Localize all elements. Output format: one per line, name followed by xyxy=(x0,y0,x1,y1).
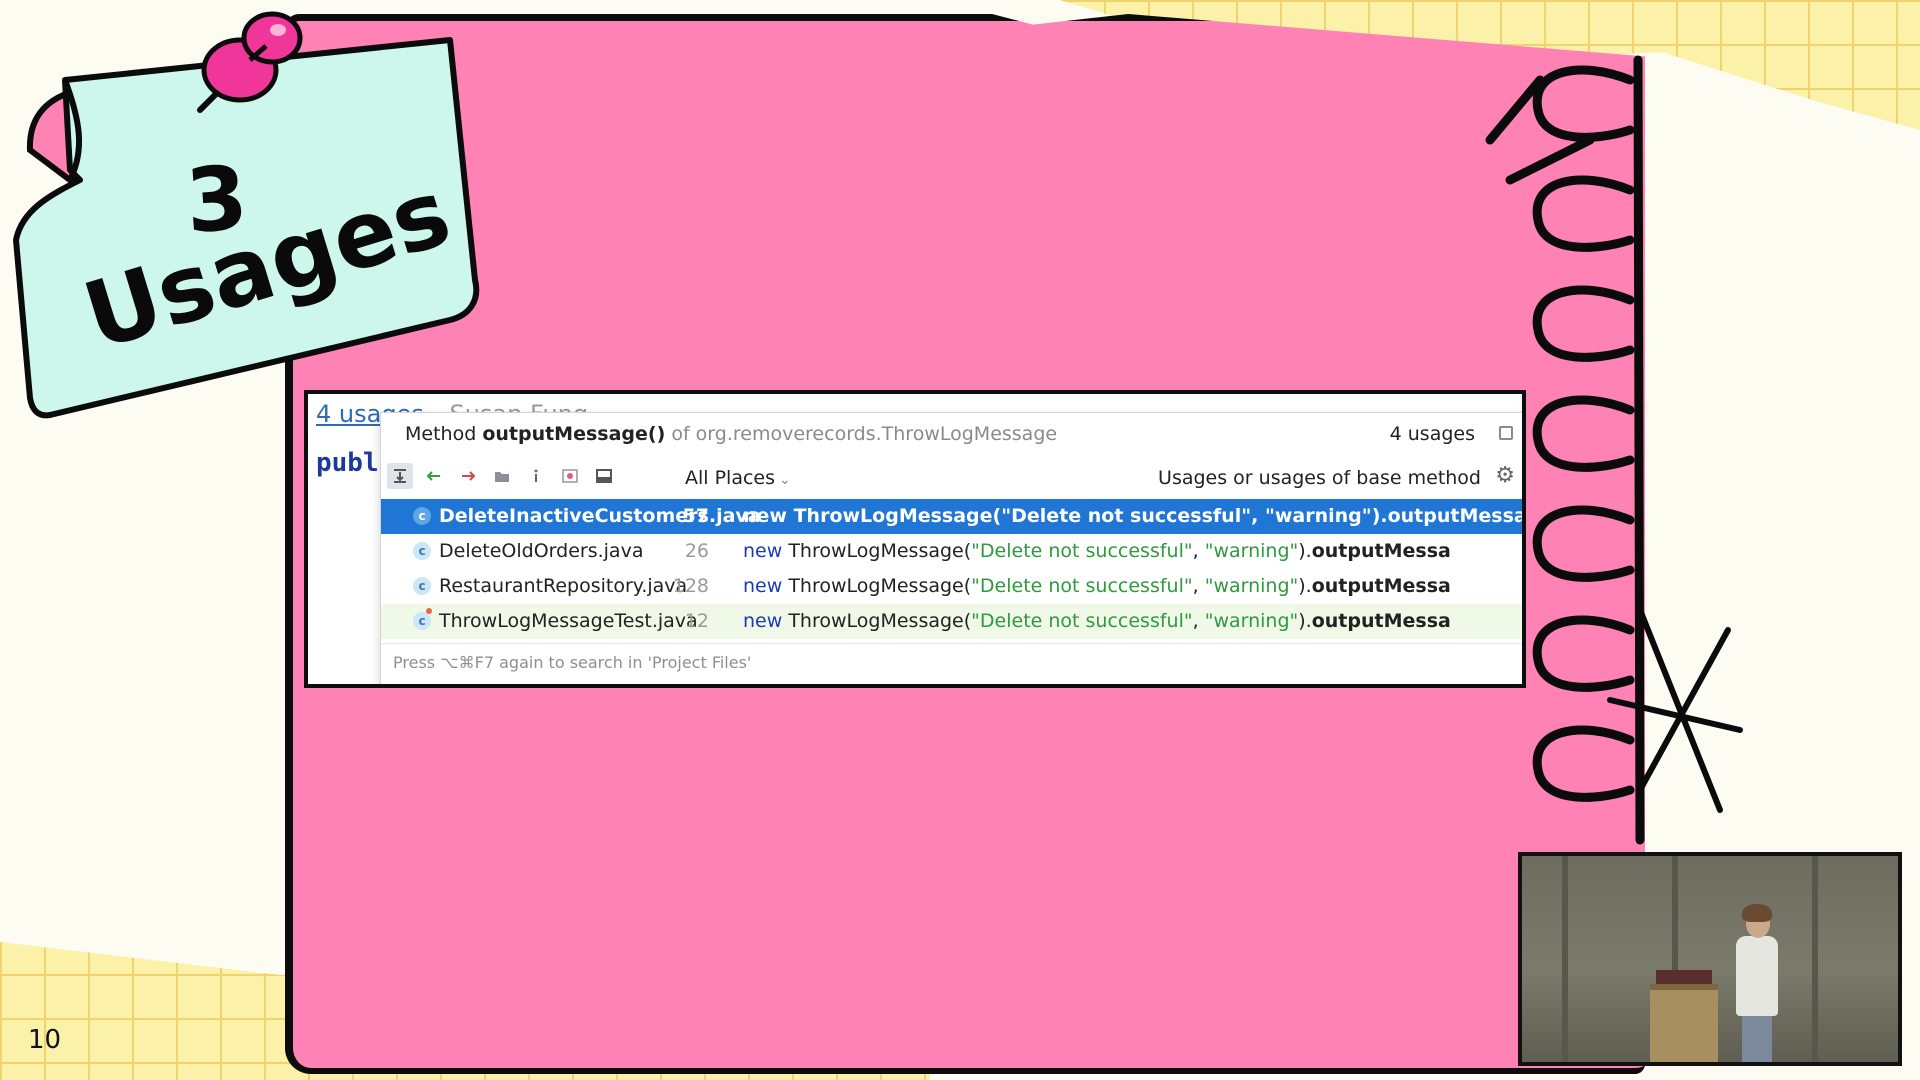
code-separator: , xyxy=(1251,505,1265,527)
code-close: ). xyxy=(1371,505,1388,527)
popup-toolbar: All Places ⌄ Usages or usages of base met… xyxy=(381,457,1522,497)
code-string: "Delete not successful" xyxy=(971,540,1193,562)
test-marker-icon xyxy=(426,608,432,614)
result-code: new ThrowLogMessage("Delete not successf… xyxy=(743,575,1451,597)
laptop xyxy=(1656,970,1712,984)
speaker-legs xyxy=(1742,1014,1772,1062)
results-list: c DeleteInactiveCustomers.java 57 new Th… xyxy=(381,499,1526,639)
popup-divider xyxy=(381,643,1522,644)
usages-filter-label: Usages or usages of base method xyxy=(1158,467,1481,489)
title-prefix: Method xyxy=(405,423,477,445)
wall-panel xyxy=(1562,856,1568,1062)
code-string: "warning" xyxy=(1204,610,1299,632)
preview-panel-icon[interactable] xyxy=(591,463,617,489)
info-icon[interactable] xyxy=(523,463,549,489)
slide-number: 10 xyxy=(28,1025,62,1055)
code-keyword: new xyxy=(743,575,783,597)
sticky-note: 3 Usages xyxy=(10,11,480,420)
result-code: new ThrowLogMessage("Delete not successf… xyxy=(743,610,1451,632)
merge-usages-icon[interactable] xyxy=(387,463,413,489)
popup-footer-hint: Press ⌥⌘F7 again to search in 'Project F… xyxy=(393,653,752,672)
usage-count: 4 usages xyxy=(1389,423,1475,445)
code-string: "Delete not successful" xyxy=(971,575,1193,597)
code-method: outputMessa xyxy=(1311,540,1451,562)
code-class: ThrowLogMessage( xyxy=(788,610,972,632)
code-separator: , xyxy=(1192,575,1205,597)
code-keyword: new xyxy=(743,540,783,562)
code-string: "warning" xyxy=(1264,505,1372,527)
chevron-down-icon: ⌄ xyxy=(779,472,791,488)
code-close: ). xyxy=(1298,575,1312,597)
code-string: "warning" xyxy=(1204,540,1299,562)
result-file: DeleteOldOrders.java xyxy=(439,540,644,562)
ide-screenshot: 4 usages Susan Fung publ Method outputMe… xyxy=(304,390,1526,688)
speaker-hair xyxy=(1742,904,1772,922)
podium xyxy=(1650,984,1718,1062)
code-method: outputMessa xyxy=(1311,575,1451,597)
code-method: outputMessa xyxy=(1387,505,1526,527)
class-icon: c xyxy=(413,542,431,560)
next-occurrence-icon[interactable] xyxy=(455,463,481,489)
code-close: ). xyxy=(1298,540,1312,562)
result-line: 12 xyxy=(684,610,709,632)
scope-dropdown[interactable]: All Places ⌄ xyxy=(685,467,791,489)
result-row[interactable]: c DeleteInactiveCustomers.java 57 new Th… xyxy=(381,499,1526,534)
scope-label: All Places xyxy=(685,467,776,489)
result-code: new ThrowLogMessage("Delete not successf… xyxy=(743,540,1451,562)
code-separator: , xyxy=(1192,610,1205,632)
code-class: ThrowLogMessage( xyxy=(788,575,972,597)
result-row[interactable]: c DeleteOldOrders.java 26 new ThrowLogMe… xyxy=(381,534,1522,569)
group-by-directory-icon[interactable] xyxy=(489,463,515,489)
result-code: new ThrowLogMessage("Delete not successf… xyxy=(743,505,1526,527)
result-line: 57 xyxy=(682,505,709,527)
result-row[interactable]: c ThrowLogMessageTest.java 12 new ThrowL… xyxy=(381,604,1522,639)
test-class-icon: c xyxy=(413,612,431,630)
code-keyword: new xyxy=(743,505,787,527)
find-usages-popup: Method outputMessage() of org.removereco… xyxy=(380,412,1526,684)
pin-window-icon[interactable] xyxy=(1499,426,1513,440)
code-string: "Delete not successful" xyxy=(971,610,1193,632)
gear-icon[interactable]: ⚙ xyxy=(1495,463,1515,488)
result-file: DeleteInactiveCustomers.java xyxy=(439,505,761,527)
speaker-body xyxy=(1736,936,1778,1016)
code-string: "Delete not successful" xyxy=(1001,505,1252,527)
result-row[interactable]: c RestaurantRepository.java 128 new Thro… xyxy=(381,569,1522,604)
popup-title: Method outputMessage() of org.removereco… xyxy=(405,423,1057,445)
method-filter-icon[interactable] xyxy=(557,463,583,489)
wall-panel xyxy=(1812,856,1818,1062)
code-keyword: new xyxy=(743,610,783,632)
popup-header: Method outputMessage() of org.removereco… xyxy=(381,413,1522,455)
class-icon: c xyxy=(413,507,431,525)
code-separator: , xyxy=(1192,540,1205,562)
code-method: outputMessa xyxy=(1311,610,1451,632)
code-line-public: publ xyxy=(316,448,379,478)
result-line: 128 xyxy=(672,575,709,597)
code-class: ThrowLogMessage( xyxy=(793,505,1002,527)
doodle-star xyxy=(1607,607,1743,813)
method-name: outputMessage() xyxy=(482,423,666,445)
speaker-webcam xyxy=(1518,852,1902,1066)
push-pin-icon xyxy=(197,11,303,113)
code-string: "warning" xyxy=(1204,575,1299,597)
code-close: ). xyxy=(1298,610,1312,632)
code-class: ThrowLogMessage( xyxy=(788,540,972,562)
class-path: of org.removerecords.ThrowLogMessage xyxy=(671,423,1058,445)
result-line: 26 xyxy=(684,540,709,562)
previous-occurrence-icon[interactable] xyxy=(421,463,447,489)
class-icon: c xyxy=(413,577,431,595)
